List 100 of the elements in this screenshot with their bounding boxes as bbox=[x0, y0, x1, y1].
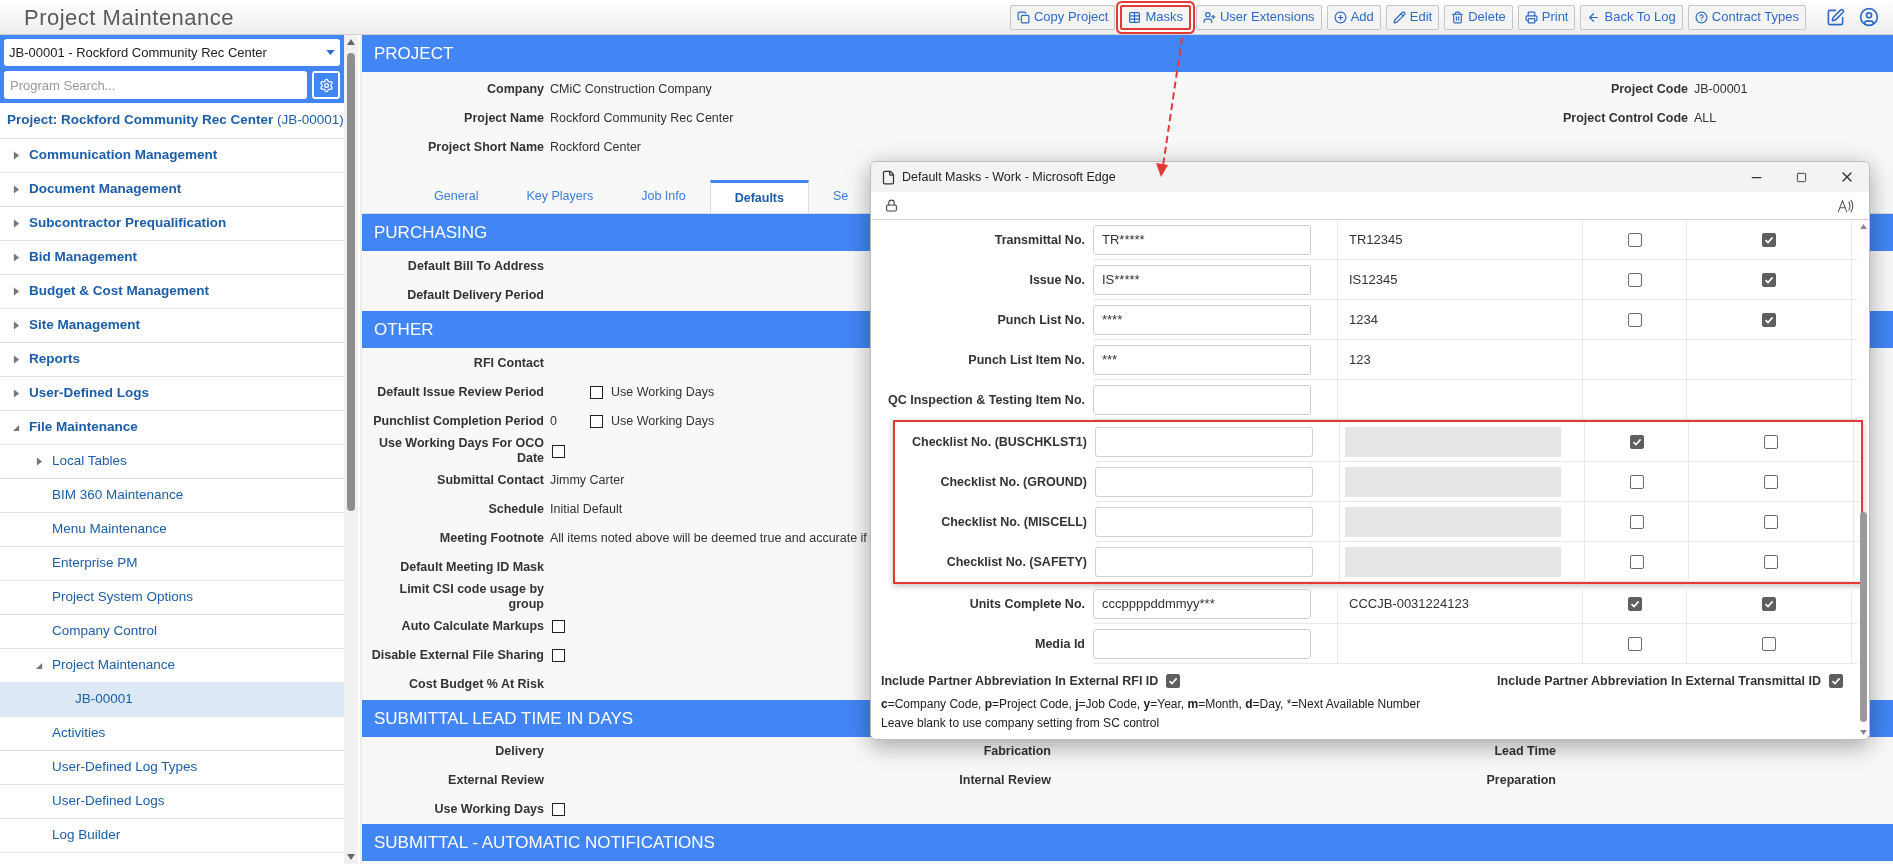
toolbar-icon bbox=[1202, 10, 1216, 24]
mask-input[interactable]: TR***** bbox=[1093, 224, 1311, 255]
edit-icon[interactable] bbox=[1826, 7, 1845, 27]
field-value: JB-00001 bbox=[1694, 81, 1748, 99]
checkbox[interactable] bbox=[552, 649, 565, 662]
field-label: Default Delivery Period bbox=[406, 288, 544, 303]
toolbar-button[interactable]: Delete bbox=[1444, 4, 1513, 30]
maximize-icon[interactable] bbox=[1796, 171, 1807, 183]
field-label: RFI Contact bbox=[472, 356, 544, 371]
checkbox[interactable] bbox=[1762, 636, 1776, 651]
user-icon[interactable] bbox=[1859, 7, 1879, 27]
tab[interactable]: Defaults bbox=[709, 180, 809, 213]
field-label: Use Working Days bbox=[433, 802, 544, 817]
field-label: Preparation bbox=[1485, 773, 1556, 788]
caret-right-icon bbox=[13, 389, 20, 398]
checkbox[interactable] bbox=[1627, 636, 1642, 651]
search-field[interactable]: Program Search... bbox=[4, 71, 307, 99]
field-label: Units Complete No. bbox=[969, 595, 1085, 613]
toolbar-icon bbox=[1587, 10, 1601, 24]
caret-right-icon bbox=[13, 185, 20, 194]
field-label: Cost Budget % At Risk bbox=[408, 677, 544, 692]
toolbar-button[interactable]: Back To Log bbox=[1580, 4, 1683, 30]
field-label: Checklist No. (GROUND) bbox=[940, 473, 1087, 491]
mask-input[interactable]: **** bbox=[1093, 304, 1311, 335]
checkbox[interactable] bbox=[1762, 596, 1776, 611]
sample-value: CCCJB-0031224123 bbox=[1348, 594, 1469, 613]
scroll-up-icon[interactable] bbox=[1859, 224, 1867, 229]
mask-input[interactable] bbox=[1093, 628, 1311, 659]
caret-down-icon bbox=[13, 423, 20, 432]
field-label: Transmittal No. bbox=[994, 231, 1085, 249]
field-label: Checklist No. (BUSCHKLST1) bbox=[911, 433, 1087, 451]
scrollbar-thumb[interactable] bbox=[347, 53, 355, 511]
checkbox[interactable] bbox=[1762, 312, 1776, 327]
toolbar-button[interactable]: Edit bbox=[1385, 4, 1440, 30]
checkbox[interactable] bbox=[1627, 596, 1642, 611]
field-label: Lead Time bbox=[1493, 744, 1556, 759]
checkbox[interactable] bbox=[1627, 272, 1642, 287]
project-dropdown[interactable]: JB-00001 - Rockford Community Rec Center bbox=[4, 39, 340, 66]
checkmark-icon bbox=[1831, 676, 1841, 686]
toolbar-button[interactable]: Print bbox=[1517, 4, 1576, 30]
scroll-down-icon[interactable] bbox=[1859, 730, 1867, 735]
toolbar-button[interactable]: Copy Project bbox=[1010, 4, 1116, 30]
field-label: Submittal Contact bbox=[436, 473, 544, 488]
mask-input[interactable]: cccppppddmmyy*** bbox=[1093, 588, 1311, 619]
option-label: Include Partner Abbreviation In External RFI ID bbox=[881, 672, 1159, 690]
tab[interactable]: General bbox=[410, 180, 503, 213]
page-title: Project Maintenance bbox=[24, 3, 235, 32]
checkmark-icon bbox=[1764, 598, 1774, 609]
section-header: PROJECT bbox=[362, 35, 1893, 72]
checkbox[interactable] bbox=[1762, 232, 1776, 247]
field-value: 0 bbox=[550, 414, 557, 429]
field-value: Rockford Center bbox=[550, 139, 641, 157]
field-label: Use Working Days For OCO Date bbox=[377, 436, 544, 466]
field-label: External Review bbox=[447, 773, 544, 788]
field-value: Initial Default bbox=[550, 501, 623, 519]
field-label: Disable External File Sharing bbox=[370, 648, 544, 663]
toolbar-button[interactable]: Contract Types bbox=[1687, 4, 1806, 30]
scrollbar-thumb[interactable] bbox=[1859, 512, 1867, 722]
checkbox[interactable] bbox=[590, 386, 603, 399]
section-header: SUBMITTAL - AUTOMATIC NOTIFICATIONS bbox=[362, 824, 1893, 861]
checkbox[interactable] bbox=[590, 415, 603, 428]
mask-input[interactable]: IS***** bbox=[1093, 264, 1311, 295]
field-label: Project Control Code bbox=[1562, 111, 1688, 126]
toolbar-icon bbox=[1017, 10, 1030, 24]
mask-input[interactable] bbox=[1093, 384, 1311, 415]
settings-button[interactable] bbox=[312, 71, 340, 99]
field-label: Punch List Item No. bbox=[968, 351, 1085, 369]
toolbar-icon bbox=[1392, 10, 1406, 24]
checkbox[interactable] bbox=[1166, 674, 1181, 688]
checkbox[interactable] bbox=[1762, 272, 1776, 287]
field-label: Checklist No. (MISCELL) bbox=[941, 513, 1087, 531]
scrollbar[interactable] bbox=[344, 35, 358, 864]
checkbox[interactable] bbox=[1627, 312, 1642, 327]
checkbox[interactable] bbox=[1627, 232, 1642, 247]
checkbox[interactable] bbox=[1829, 674, 1843, 688]
scroll-down-icon[interactable] bbox=[347, 854, 355, 860]
read-aloud-icon[interactable] bbox=[1837, 198, 1855, 213]
scroll-up-icon[interactable] bbox=[347, 39, 355, 45]
toolbar-button[interactable]: User Extensions bbox=[1195, 4, 1322, 30]
note-text: Leave blank to use company setting from SC control bbox=[881, 715, 1161, 732]
option-label: Include Partner Abbreviation In External Transmittal ID bbox=[1497, 672, 1821, 690]
field-label: Project Code bbox=[1609, 82, 1688, 97]
toolbar-button[interactable]: Add bbox=[1326, 4, 1381, 30]
checkbox[interactable] bbox=[552, 620, 565, 633]
tab[interactable]: Key Players bbox=[502, 180, 618, 213]
field-label: Default Issue Review Period bbox=[376, 385, 544, 400]
tab[interactable]: Job Info bbox=[617, 180, 710, 213]
option-label: Use Working Days bbox=[611, 384, 715, 402]
field-value: CMiC Construction Company bbox=[550, 81, 712, 99]
sample-value: TR12345 bbox=[1348, 230, 1403, 249]
mask-input[interactable]: *** bbox=[1093, 344, 1311, 375]
checkbox[interactable] bbox=[552, 444, 565, 458]
caret-right-icon bbox=[13, 151, 20, 160]
field-value: Rockford Community Rec Center bbox=[550, 110, 734, 128]
checkbox[interactable] bbox=[552, 803, 565, 816]
tab[interactable]: Se bbox=[809, 180, 873, 213]
tree-item[interactable]: JB-00001 bbox=[0, 683, 344, 717]
field-label: Auto Calculate Markups bbox=[400, 619, 544, 634]
checkmark-icon bbox=[1764, 314, 1774, 325]
caret-right-icon bbox=[13, 355, 20, 364]
